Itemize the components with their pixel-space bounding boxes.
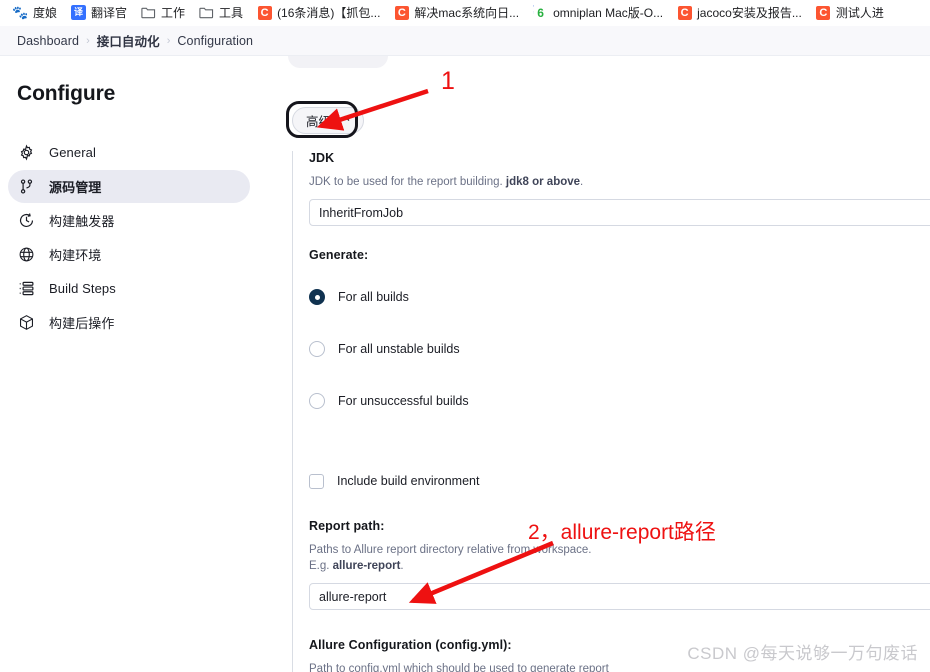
bookmark-label: 工作: [161, 5, 186, 20]
bookmark-item[interactable]: C (16条消息)【抓包...: [250, 3, 387, 22]
report-path-hint-line2-prefix: E.g.: [309, 560, 333, 572]
report-path-hint-line1: Paths to Allure report directory relativ…: [309, 544, 592, 556]
clock-icon: [17, 212, 35, 230]
bookmark-label: (16条消息)【抓包...: [277, 5, 381, 20]
configure-sidebar: Configure General 源码管理 构建触发器 构建环境 Build …: [0, 56, 269, 672]
configuration-main-panel: 高级 JDK JDK to be used for the report bui…: [268, 56, 930, 672]
radio-label: For all unstable builds: [338, 342, 460, 356]
page-title: Configure: [17, 82, 116, 105]
report-path-hint-line2-suffix: .: [400, 560, 404, 572]
bookmark-label: jacoco安装及报告...: [697, 5, 802, 20]
sidebar-item-label: General: [49, 145, 96, 160]
generate-label: Generate:: [309, 248, 369, 262]
bookmark-label: 解决mac系统向日...: [414, 5, 520, 20]
sidebar-item-build-environment[interactable]: 构建环境: [8, 238, 250, 271]
source-control-icon: [17, 178, 35, 196]
sidebar-item-label: 源码管理: [49, 180, 102, 195]
breadcrumb-item-job[interactable]: 接口自动化: [90, 31, 167, 50]
panel-tab-nub: [288, 56, 388, 68]
sidebar-item-general[interactable]: General: [8, 136, 250, 169]
package-icon: [17, 314, 35, 332]
radio-indicator[interactable]: [309, 393, 325, 409]
bookmark-label: 测试人进: [835, 5, 884, 20]
list-steps-icon: [17, 280, 35, 298]
chevron-up-icon: [340, 114, 350, 125]
page-body: Configure General 源码管理 构建触发器 构建环境 Build …: [0, 56, 930, 672]
folder-icon: [141, 5, 156, 20]
radio-for-all-unstable-builds[interactable]: For all unstable builds: [309, 339, 930, 359]
advanced-toggle-label: 高级: [306, 115, 332, 129]
bookmark-item[interactable]: C jacoco安装及报告...: [670, 3, 809, 22]
report-path-input[interactable]: [309, 583, 930, 610]
jdk-hint-suffix: .: [580, 176, 584, 188]
csdn-icon: C: [257, 5, 272, 20]
sidebar-item-build-steps[interactable]: Build Steps: [8, 272, 250, 305]
breadcrumb-item-configuration[interactable]: Configuration: [170, 34, 260, 48]
jdk-hint-strong: jdk8 or above: [505, 176, 581, 188]
sidebar-item-label: 构建触发器: [49, 214, 115, 229]
radio-label: For unsuccessful builds: [338, 394, 469, 408]
jdk-hint: JDK to be used for the report building. …: [309, 174, 930, 190]
radio-for-unsuccessful-builds[interactable]: For unsuccessful builds: [309, 391, 930, 411]
bookmark-label: 翻译官: [91, 5, 128, 20]
bookmark-item[interactable]: C 解决mac系统向日...: [387, 3, 526, 22]
baidu-paw-icon: 🐾: [13, 5, 28, 20]
csdn-icon: C: [816, 5, 831, 20]
report-path-label: Report path:: [309, 519, 385, 533]
checkbox-label: Include build environment: [337, 474, 480, 488]
bookmark-label: 度娘: [33, 5, 58, 20]
radio-indicator[interactable]: [309, 341, 325, 357]
jdk-select-input[interactable]: [309, 199, 930, 226]
checkbox-include-build-environment[interactable]: Include build environment: [309, 471, 930, 491]
folder-icon: [199, 5, 214, 20]
browser-bookmarks-bar: 🐾 度娘 译 翻译官 工作 工具 C (16条消息)【抓包... C 解决mac…: [0, 0, 930, 26]
bookmark-item[interactable]: Pc6 omniplan Mac版-O...: [526, 3, 670, 22]
bookmark-folder[interactable]: 工具: [192, 3, 250, 22]
translate-icon: 译: [71, 5, 87, 20]
bookmark-item[interactable]: 🐾 度娘: [6, 3, 64, 22]
watermark: CSDN @每天说够一万句废话: [687, 644, 918, 663]
omniplan-icon: Pc6: [533, 5, 544, 20]
sidebar-item-source-control[interactable]: 源码管理: [8, 170, 250, 203]
csdn-icon: C: [394, 5, 409, 20]
report-path-hint-line2-strong: allure-report: [332, 560, 401, 572]
annotation-number-1: 1: [441, 67, 455, 95]
advanced-toggle-wrapper: 高级: [286, 101, 365, 138]
breadcrumb-item-dashboard[interactable]: Dashboard: [10, 34, 86, 48]
radio-for-all-builds[interactable]: For all builds: [309, 287, 930, 307]
bookmark-item[interactable]: 译 翻译官: [64, 3, 134, 22]
sidebar-item-build-triggers[interactable]: 构建触发器: [8, 204, 250, 237]
csdn-icon: C: [677, 5, 692, 20]
radio-label: For all builds: [338, 290, 409, 304]
checkbox-indicator[interactable]: [309, 473, 324, 489]
advanced-form-section: JDK JDK to be used for the report buildi…: [292, 151, 930, 672]
bookmark-folder[interactable]: 工作: [134, 3, 192, 22]
gear-icon: [17, 144, 35, 162]
sidebar-item-label: 构建环境: [49, 248, 102, 263]
jdk-hint-prefix: JDK to be used for the report building.: [309, 176, 506, 188]
report-path-hint: Paths to Allure report directory relativ…: [309, 542, 930, 574]
jdk-label: JDK: [309, 151, 335, 165]
radio-indicator[interactable]: [309, 289, 325, 305]
globe-icon: [17, 246, 35, 264]
advanced-toggle-button[interactable]: 高级: [292, 107, 365, 134]
bookmark-label: omniplan Mac版-O...: [553, 5, 664, 20]
breadcrumb: Dashboard › 接口自动化 › Configuration: [0, 26, 930, 56]
bookmark-item[interactable]: C 测试人进: [809, 3, 891, 22]
sidebar-item-label: 构建后操作: [49, 316, 115, 331]
bookmark-label: 工具: [219, 5, 244, 20]
sidebar-item-label: Build Steps: [49, 281, 116, 296]
sidebar-item-post-build-actions[interactable]: 构建后操作: [8, 306, 250, 339]
